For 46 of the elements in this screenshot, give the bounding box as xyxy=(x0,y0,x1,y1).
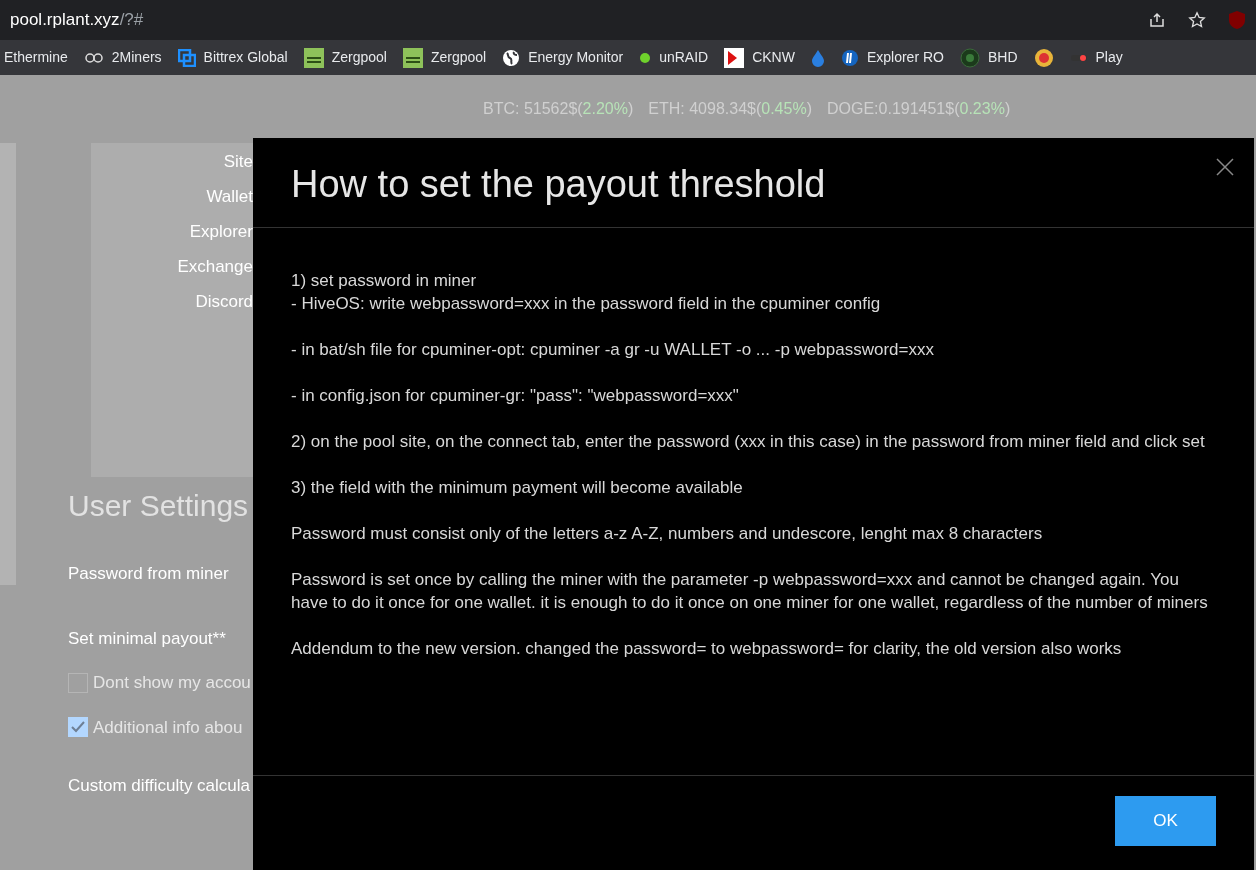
modal-text: 1) set password in miner xyxy=(291,270,478,292)
bookmark[interactable] xyxy=(1033,47,1054,68)
drop-icon xyxy=(810,48,825,67)
modal-text: - HiveOS: write webpassword=xxx in the password field in the cpuminer config xyxy=(291,293,882,315)
modal-text: 2) on the pool site, on the connect tab, enter the password (xxx in this case) in the password from miner field and click set xyxy=(291,431,1206,453)
badge-icon xyxy=(1033,47,1054,68)
bookmark[interactable] xyxy=(810,48,825,67)
modal-title: How to set the payout threshold xyxy=(291,162,826,206)
bookmark[interactable]: Zergpool xyxy=(402,47,487,68)
round-logo-icon xyxy=(959,47,980,68)
bookmark[interactable]: Energy Monitor xyxy=(502,47,624,68)
checkbox[interactable] xyxy=(68,717,88,738)
modal-text: - in bat/sh file for cpuminer-opt: cpuminer -a gr -u WALLET -o ... -p webpassword=xxx xyxy=(291,339,935,361)
status-dot-icon xyxy=(639,51,652,64)
star-icon[interactable] xyxy=(1188,11,1206,29)
field-label: Password from miner xyxy=(68,563,230,585)
modal-text: - in config.json for cpuminer-gr: "pass": "webpassword=xxx" xyxy=(291,385,740,407)
bookmark[interactable]: 2Miners xyxy=(83,47,162,68)
bookmark[interactable]: Explorer RO xyxy=(840,47,944,68)
share-icon[interactable] xyxy=(1148,11,1166,29)
bookmark[interactable]: Zergpool xyxy=(303,47,387,68)
globe-icon xyxy=(502,48,521,67)
bookmark[interactable]: CKNW xyxy=(724,47,795,68)
modal-text: Password must consist only of the letters a-z A-Z, numbers and undescore, lenght max 8 characters xyxy=(291,523,1044,545)
modal-text: Addendum to the new version. changed the password= to webpassword= for clarity, the old version also works xyxy=(291,638,1123,660)
field-label: Set minimal payout** xyxy=(68,627,227,650)
glasses-icon xyxy=(83,50,104,65)
flag-icon xyxy=(724,47,745,68)
bookmark[interactable]: BHD xyxy=(959,47,1018,68)
toggle-icon xyxy=(1069,52,1088,63)
modal-text: Password is set once by calling the miner with the parameter -p webpassword=xxx and cannot be changed again. You have to do it once for one wallet. it is enough to do it once on one miner for one wallet, regardless of the number of miners xyxy=(291,569,1209,614)
checkbox-label: Additional info abou xyxy=(93,716,243,739)
bookmark[interactable]: unRAID xyxy=(639,47,709,68)
zerg-logo-icon xyxy=(402,47,423,68)
shield-icon[interactable] xyxy=(1228,10,1246,30)
checkbox-label: Dont show my accou xyxy=(93,672,251,694)
bookmark[interactable]: Play xyxy=(1069,47,1123,68)
modal-text: 3) the field with the minimum payment will become available xyxy=(291,477,744,499)
coin-icon xyxy=(840,48,859,67)
bookmark[interactable]: Bittrex Global xyxy=(177,47,288,68)
zerg-logo-icon xyxy=(303,47,324,68)
field-label: Custom difficulty calcula xyxy=(68,775,252,797)
squares-icon xyxy=(177,48,196,67)
section-title: User Settings xyxy=(68,488,250,524)
close-icon[interactable] xyxy=(1216,158,1234,176)
bookmark[interactable]: Ethermine xyxy=(4,47,68,68)
